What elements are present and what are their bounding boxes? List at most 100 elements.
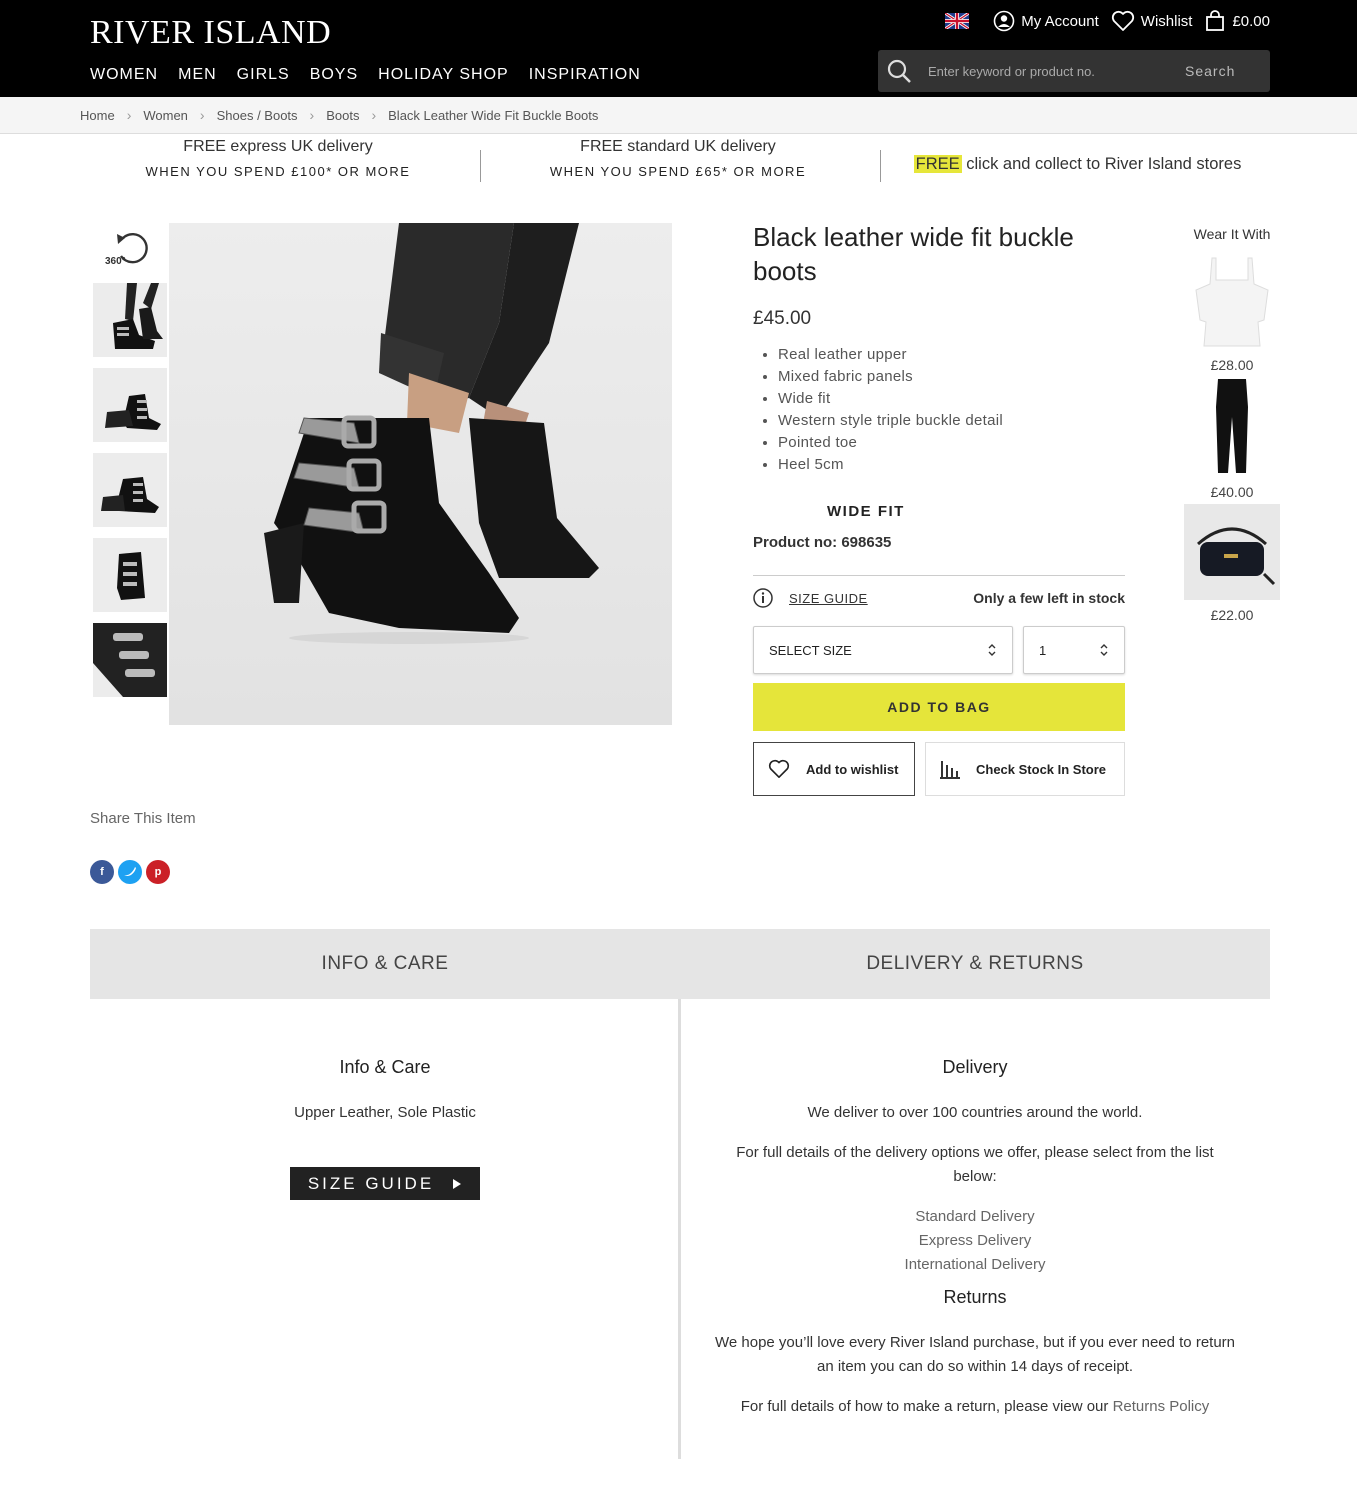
facebook-icon[interactable]: f <box>90 860 114 884</box>
express-delivery-promo[interactable]: FREE express UK delivery WHEN YOU SPEND … <box>130 138 426 179</box>
nav-item-girls[interactable]: GIRLS <box>237 66 290 84</box>
breadcrumb-shoes-boots[interactable]: Shoes / Boots <box>217 108 298 123</box>
utility-bar: My Account Wishlist £0.00 <box>945 10 1270 32</box>
my-account-label: My Account <box>1021 12 1099 30</box>
delivery-title: Delivery <box>942 1057 1008 1077</box>
search-button[interactable]: Search <box>1185 63 1235 79</box>
wear-it-with-item[interactable]: £22.00 <box>1184 504 1280 623</box>
search-input[interactable] <box>920 63 1175 79</box>
wear-it-with-item[interactable]: £28.00 <box>1184 250 1280 373</box>
promo-title: FREE standard UK delivery <box>580 138 776 155</box>
info-care-text: Upper Leather, Sole Plastic <box>294 1104 476 1121</box>
size-guide-link[interactable]: SIZE GUIDE <box>753 588 868 608</box>
site-header: RIVER ISLAND WOMEN MEN GIRLS BOYS HOLIDA… <box>0 0 1357 97</box>
rotate-360-label: 360° <box>105 256 126 267</box>
promo-subtitle: WHEN YOU SPEND £65* OR MORE <box>549 164 807 179</box>
wear-it-with-item[interactable]: £40.00 <box>1184 377 1280 500</box>
bag-total: £0.00 <box>1232 12 1270 30</box>
social-share: f p <box>90 860 170 884</box>
black-jeans-image <box>1184 377 1280 477</box>
selectors: SELECT SIZE 1 <box>753 626 1125 674</box>
size-guide-row: SIZE GUIDE Only a few left in stock <box>753 588 1125 608</box>
nav-item-holiday-shop[interactable]: HOLIDAY SHOP <box>378 66 509 84</box>
feature-item: Real leather upper <box>778 344 1125 366</box>
size-guide-label: SIZE GUIDE <box>789 590 868 606</box>
feature-list: Real leather upper Mixed fabric panels W… <box>753 344 1125 476</box>
size-guide-button-label: SIZE GUIDE <box>307 1173 435 1193</box>
twitter-icon[interactable] <box>118 860 142 884</box>
quantity-value: 1 <box>1039 642 1047 658</box>
nav-item-women[interactable]: WOMEN <box>90 66 158 84</box>
fit-label: WIDE FIT <box>827 503 905 520</box>
divider <box>480 150 481 182</box>
breadcrumb-current: Black Leather Wide Fit Buckle Boots <box>388 107 599 123</box>
international-delivery-link[interactable]: International Delivery <box>715 1253 1235 1277</box>
tab-info-care[interactable]: INFO & CARE <box>90 929 680 999</box>
nav-item-boys[interactable]: BOYS <box>310 66 358 84</box>
size-select[interactable]: SELECT SIZE <box>753 626 1013 674</box>
uk-flag-icon[interactable] <box>945 13 970 29</box>
tab-delivery-returns[interactable]: DELIVERY & RETURNS <box>680 929 1270 999</box>
standard-delivery-link[interactable]: Standard Delivery <box>715 1205 1235 1229</box>
size-select-value: SELECT SIZE <box>769 642 852 658</box>
returns-text: We hope you’ll love every River Island p… <box>715 1334 1236 1375</box>
promo-subtitle: WHEN YOU SPEND £100* OR MORE <box>145 164 411 179</box>
main-nav: WOMEN MEN GIRLS BOYS HOLIDAY SHOP INSPIR… <box>90 66 641 84</box>
delivery-details: For full details of the delivery options… <box>736 1144 1214 1185</box>
returns-policy-prefix: For full details of how to make a return… <box>740 1398 1113 1415</box>
item-price: £28.00 <box>1210 357 1254 373</box>
bag-link[interactable]: £0.00 <box>1204 10 1270 32</box>
standard-delivery-promo[interactable]: FREE standard UK delivery WHEN YOU SPEND… <box>530 138 826 179</box>
heart-icon <box>1111 10 1134 31</box>
pinterest-icon[interactable]: p <box>146 860 170 884</box>
secondary-actions: Add to wishlist Check Stock In Store <box>753 742 1125 796</box>
play-arrow-icon <box>453 1178 462 1189</box>
breadcrumb-boots[interactable]: Boots <box>326 108 359 123</box>
add-to-wishlist-label: Add to wishlist <box>806 761 899 777</box>
quantity-select[interactable]: 1 <box>1023 626 1125 674</box>
breadcrumb-home[interactable]: Home <box>80 108 115 123</box>
rotate-360-button[interactable]: 360° <box>93 226 167 272</box>
thumbnail-4[interactable] <box>93 538 167 612</box>
search-icon[interactable] <box>878 50 920 92</box>
add-to-wishlist-button[interactable]: Add to wishlist <box>753 742 915 796</box>
wishlist-label: Wishlist <box>1140 12 1193 30</box>
free-highlight: FREE <box>913 155 962 173</box>
nav-item-men[interactable]: MEN <box>178 66 217 84</box>
delivery-intro: We deliver to over 100 countries around … <box>807 1104 1143 1121</box>
user-icon <box>993 10 1015 32</box>
breadcrumb-women[interactable]: Women <box>143 108 188 123</box>
bag-icon <box>1206 10 1225 31</box>
delivery-banner: FREE express UK delivery WHEN YOU SPEND … <box>0 138 1357 194</box>
product-title: Black leather wide fit buckle boots <box>753 222 1074 286</box>
check-stock-button[interactable]: Check Stock In Store <box>925 742 1125 796</box>
wishlist-link[interactable]: Wishlist <box>1111 10 1193 32</box>
click-collect-promo[interactable]: FREE click and collect to River Island s… <box>900 155 1255 174</box>
feature-item: Heel 5cm <box>778 454 1125 476</box>
share-title: Share This Item <box>90 810 196 827</box>
info-care-title: Info & Care <box>339 1057 431 1077</box>
feature-item: Wide fit <box>778 388 1125 410</box>
main-product-image[interactable] <box>169 223 672 725</box>
my-account-link[interactable]: My Account <box>993 10 1099 32</box>
express-delivery-link[interactable]: Express Delivery <box>715 1229 1235 1253</box>
item-price: £40.00 <box>1210 484 1254 500</box>
promo-title: FREE express UK delivery <box>183 138 373 155</box>
returns-policy-text: For full details of how to make a return… <box>715 1395 1235 1419</box>
site-logo[interactable]: RIVER ISLAND <box>90 14 331 52</box>
nav-item-inspiration[interactable]: INSPIRATION <box>529 66 641 84</box>
thumbnail-1[interactable] <box>93 283 167 357</box>
chevron-right-icon: › <box>199 107 205 123</box>
thumbnail-3[interactable] <box>93 453 167 527</box>
product-info: Black leather wide fit buckle boots £45.… <box>753 220 1125 796</box>
chevron-updown-icon <box>1100 644 1108 656</box>
promo-title: click and collect to River Island stores <box>961 155 1242 173</box>
size-guide-button[interactable]: SIZE GUIDE <box>289 1167 481 1200</box>
returns-policy-link[interactable]: Returns Policy <box>1113 1398 1210 1415</box>
wear-it-with-title: Wear It With <box>1193 226 1271 242</box>
add-to-bag-button[interactable]: ADD TO BAG <box>753 683 1125 731</box>
thumbnail-strip: 360° <box>93 226 167 697</box>
thumbnail-5[interactable] <box>93 623 167 697</box>
product-price: £45.00 <box>753 308 812 329</box>
thumbnail-2[interactable] <box>93 368 167 442</box>
